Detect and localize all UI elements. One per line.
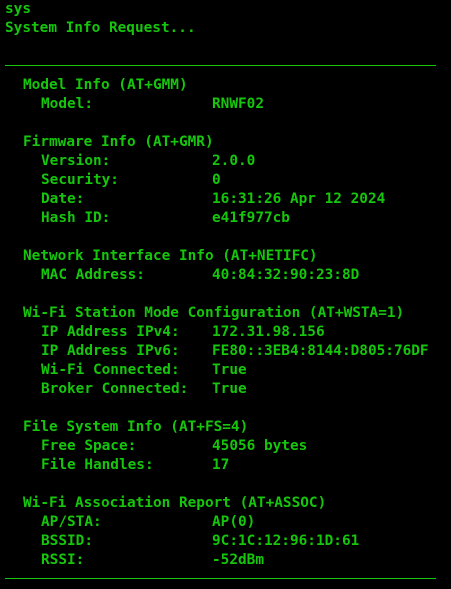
info-value: 40:84:32:90:23:8D [212,267,360,283]
info-row: File Handles: 17 [5,456,429,475]
info-key: Free Space: [41,438,137,454]
info-value: 16:31:26 Apr 12 2024 [212,191,386,207]
section-network-interface-info: Network Interface Info (AT+NETIFC) MAC A… [5,247,429,285]
info-row: Free Space: 45056 bytes [5,437,429,456]
section-title: Network Interface Info (AT+NETIFC) [23,248,318,264]
command-line: sys [5,1,31,17]
section-title: Firmware Info (AT+GMR) [23,134,214,150]
info-value: 17 [212,457,230,473]
divider-bottom [5,578,436,579]
section-file-system-info: File System Info (AT+FS=4) Free Space: 4… [5,418,429,475]
terminal-window[interactable]: sys System Info Request... Model Info (A… [0,0,451,587]
section-title: Wi-Fi Association Report (AT+ASSOC) [23,495,327,511]
info-value: AP(0) [212,514,256,530]
info-value: -52dBm [212,552,264,568]
section-title: File System Info (AT+FS=4) [23,419,249,435]
info-key: IP Address IPv6: [41,343,180,359]
info-value: e41f977cb [212,210,290,226]
info-key: AP/STA: [41,514,102,530]
info-value: 2.0.0 [212,153,256,169]
info-row: Hash ID: e41f977cb [5,209,429,228]
info-value: True [212,381,247,397]
info-row: BSSID: 9C:1C:12:96:1D:61 [5,532,429,551]
section-wifi-association-report: Wi-Fi Association Report (AT+ASSOC) AP/S… [5,494,429,570]
request-status-line: System Info Request... [5,20,196,36]
info-key: Security: [41,172,119,188]
info-row: Broker Connected: True [5,380,429,399]
info-row: IP Address IPv4: 172.31.98.156 [5,323,429,342]
info-row: RSSI: -52dBm [5,551,429,570]
info-key: Wi-Fi Connected: [41,362,180,378]
section-model-info: Model Info (AT+GMM) Model: RNWF02 [5,76,429,114]
section-wifi-station-config: Wi-Fi Station Mode Configuration (AT+WST… [5,304,429,399]
info-value: 45056 bytes [212,438,308,454]
info-value: 172.31.98.156 [212,324,325,340]
info-key: MAC Address: [41,267,145,283]
info-value: True [212,362,247,378]
info-key: IP Address IPv4: [41,324,180,340]
info-row: Model: RNWF02 [5,95,429,114]
info-row: Wi-Fi Connected: True [5,361,429,380]
system-info-output: Model Info (AT+GMM) Model: RNWF02 Firmwa… [5,76,429,589]
info-row: Version: 2.0.0 [5,152,429,171]
section-title: Model Info (AT+GMM) [23,77,188,93]
info-key: Broker Connected: [41,381,189,397]
info-key: Date: [41,191,85,207]
info-key: Hash ID: [41,210,111,226]
info-row: MAC Address: 40:84:32:90:23:8D [5,266,429,285]
info-key: BSSID: [41,533,93,549]
info-value: RNWF02 [212,96,264,112]
info-row: Security: 0 [5,171,429,190]
section-title: Wi-Fi Station Mode Configuration (AT+WST… [23,305,405,321]
info-key: Model: [41,96,93,112]
info-value: 9C:1C:12:96:1D:61 [212,533,360,549]
info-value: 0 [212,172,221,188]
info-row: AP/STA: AP(0) [5,513,429,532]
info-key: RSSI: [41,552,85,568]
info-row: IP Address IPv6: FE80::3EB4:8144:D805:76… [5,342,429,361]
divider-top [5,65,436,66]
info-key: File Handles: [41,457,154,473]
info-value: FE80::3EB4:8144:D805:76DF [212,343,429,359]
info-row: Date: 16:31:26 Apr 12 2024 [5,190,429,209]
section-firmware-info: Firmware Info (AT+GMR) Version: 2.0.0 Se… [5,133,429,228]
info-key: Version: [41,153,111,169]
